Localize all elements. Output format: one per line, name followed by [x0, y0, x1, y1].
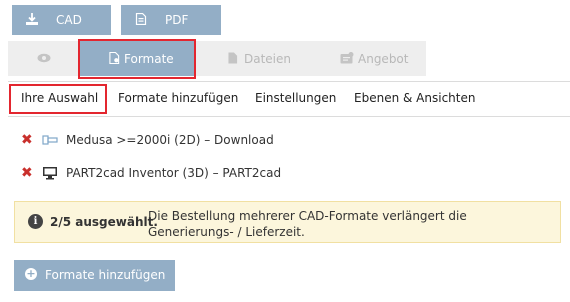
subnav-einstellungen[interactable]: Einstellungen	[255, 91, 336, 105]
file-icon	[228, 52, 238, 64]
pdf-file-icon	[135, 13, 147, 25]
file-settings-icon	[109, 52, 120, 64]
subnav-ihre-auswahl[interactable]: Ihre Auswahl	[21, 91, 98, 105]
download-icon	[26, 13, 38, 25]
add-formats-button[interactable]: + Formate hinzufügen	[14, 260, 175, 291]
plus-circle-icon: +	[25, 267, 37, 280]
tab-formate-label: Formate	[124, 52, 174, 66]
alert-message: Die Bestellung mehrerer CAD-Formate verl…	[148, 209, 467, 239]
remove-icon[interactable]: ✖	[21, 132, 33, 148]
main-tabs: Formate Dateien Angebot	[8, 41, 426, 76]
list-item: ✖ PART2cad Inventor (3D) – PART2cad	[0, 164, 560, 184]
subnav-formate-hinzufuegen[interactable]: Formate hinzufügen	[118, 91, 238, 105]
format-text: PART2cad Inventor (3D) – PART2cad	[66, 166, 282, 180]
format-text: Medusa >=2000i (2D) – Download	[66, 133, 274, 147]
monitor-icon	[43, 167, 57, 180]
tab-formate[interactable]: Formate	[78, 41, 195, 76]
remove-icon[interactable]: ✖	[21, 165, 33, 181]
add-formats-button-label: Formate hinzufügen	[45, 268, 166, 282]
eye-icon	[37, 53, 51, 63]
tab-angebot[interactable]: Angebot	[308, 41, 426, 76]
info-alert: i 2/5 ausgewählt. Die Bestellung mehrere…	[14, 201, 561, 243]
subnav-ebenen-ansichten[interactable]: Ebenen & Ansichten	[354, 91, 475, 105]
pdf-button[interactable]: PDF	[121, 5, 221, 35]
tab-angebot-label: Angebot	[358, 52, 409, 66]
tab-preview[interactable]	[8, 41, 78, 76]
2d-icon	[42, 135, 58, 145]
tab-dateien-label: Dateien	[244, 52, 292, 66]
pdf-button-label: PDF	[165, 13, 189, 27]
selection-count: 2/5 ausgewählt.	[50, 215, 158, 229]
cad-button[interactable]: CAD	[12, 5, 111, 35]
quote-icon	[340, 52, 354, 64]
info-icon: i	[28, 214, 43, 229]
list-item: ✖ Medusa >=2000i (2D) – Download	[0, 131, 560, 151]
tab-dateien[interactable]: Dateien	[198, 41, 308, 76]
cad-button-label: CAD	[56, 13, 82, 27]
